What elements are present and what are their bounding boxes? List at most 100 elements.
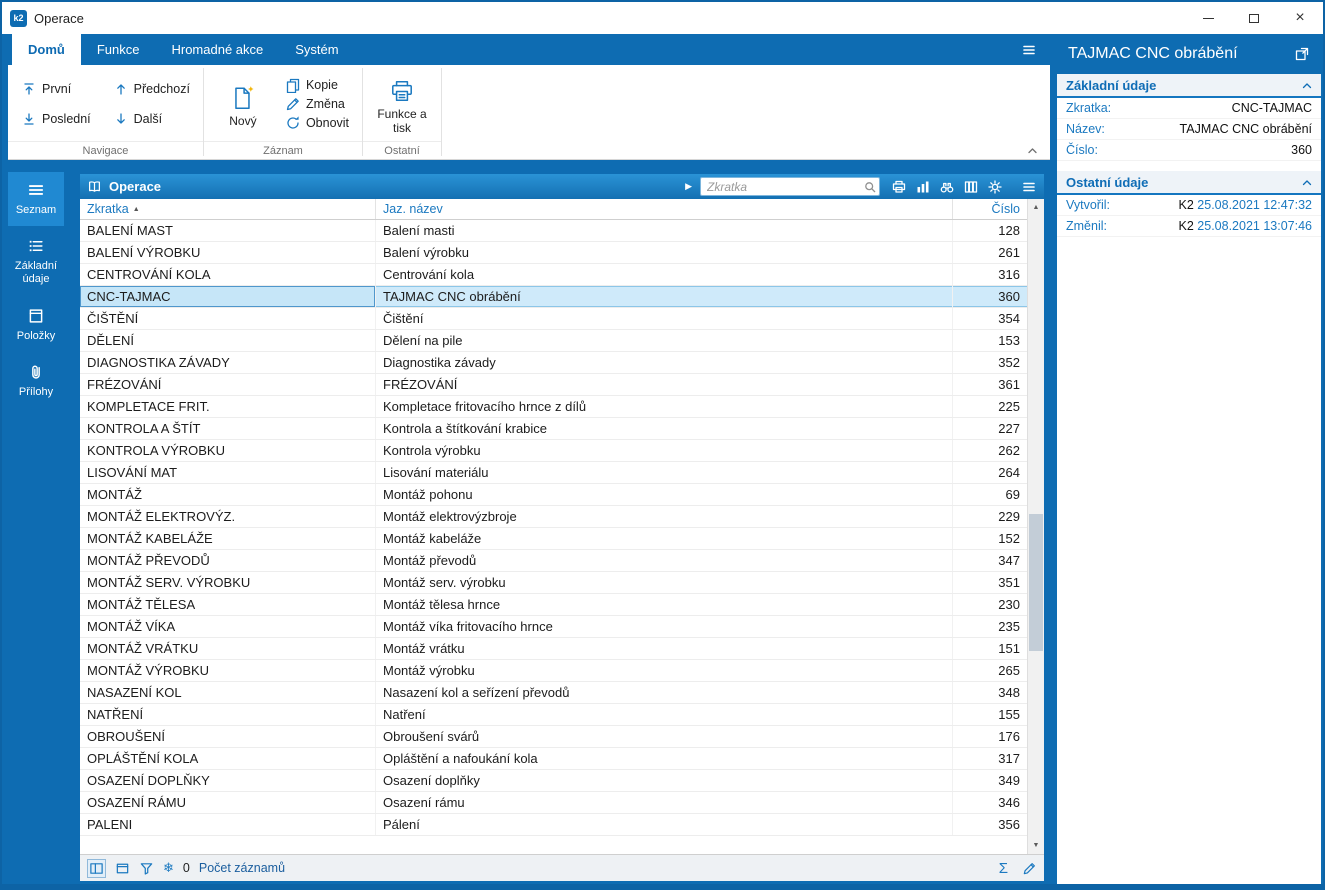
table-row[interactable]: ČIŠTĚNÍČištění354	[80, 308, 1027, 330]
table-cell: NATŘENÍ	[80, 704, 376, 725]
table-row[interactable]: KONTROLA VÝROBKUKontrola výrobku262	[80, 440, 1027, 462]
refresh-icon	[285, 115, 301, 131]
scroll-up-button[interactable]: ▲	[1028, 199, 1044, 216]
table-row[interactable]: MONTÁŽ VÝROBKUMontáž výrobku265	[80, 660, 1027, 682]
sidebar-item-polozky[interactable]: Položky	[8, 298, 64, 352]
section-header-ostatni-udaje[interactable]: Ostatní údaje	[1057, 171, 1321, 195]
table-row[interactable]: LISOVÁNÍ MATLisování materiálu264	[80, 462, 1027, 484]
table-cell: Pálení	[376, 814, 953, 835]
sidebar-item-zakladni-udaje[interactable]: Základní údaje	[8, 228, 64, 295]
chart-button[interactable]	[915, 179, 931, 195]
scrollbar-thumb[interactable]	[1029, 514, 1043, 651]
table-row[interactable]: MONTÁŽ VRÁTKUMontáž vrátku151	[80, 638, 1027, 660]
grid-title: Operace	[109, 179, 161, 194]
scroll-down-button[interactable]: ▼	[1028, 837, 1044, 854]
minimize-button[interactable]	[1185, 2, 1231, 34]
tab-hromadne-akce[interactable]: Hromadné akce	[155, 34, 279, 65]
table-cell: PALENI	[80, 814, 376, 835]
field-label: Změnil:	[1066, 219, 1144, 233]
table-row[interactable]: PALENIPálení356	[80, 814, 1027, 836]
previous-label: Předchozí	[134, 82, 190, 96]
tab-domu[interactable]: Domů	[12, 34, 81, 65]
table-row[interactable]: DIAGNOSTIKA ZÁVADYDiagnostika závady352	[80, 352, 1027, 374]
lookup-button[interactable]	[939, 179, 955, 195]
vertical-scrollbar[interactable]: ▲ ▼	[1027, 199, 1044, 854]
table-cell: Natření	[376, 704, 953, 725]
table-row[interactable]: DĚLENÍDělení na pile153	[80, 330, 1027, 352]
search-input[interactable]	[700, 177, 880, 196]
last-button[interactable]: Poslední	[18, 107, 94, 131]
table-cell: MONTÁŽ PŘEVODŮ	[80, 550, 376, 571]
column-header-zkratka[interactable]: Zkratka ▲	[80, 199, 376, 219]
next-button[interactable]: Další	[110, 107, 193, 131]
print-grid-button[interactable]	[891, 179, 907, 195]
first-button[interactable]: První	[18, 77, 94, 101]
change-label: Změna	[306, 97, 345, 111]
table-row[interactable]: OSAZENÍ DOPLŇKYOsazení doplňky349	[80, 770, 1027, 792]
table-row[interactable]: MONTÁŽ PŘEVODŮMontáž převodů347	[80, 550, 1027, 572]
ribbon-menu-button[interactable]	[1008, 34, 1050, 65]
table-row[interactable]: CNC-TAJMACTAJMAC CNC obrábění360	[80, 286, 1027, 308]
table-row[interactable]: BALENÍ VÝROBKUBalení výrobku261	[80, 242, 1027, 264]
maximize-button[interactable]	[1231, 2, 1277, 34]
table-row[interactable]: MONTÁŽMontáž pohonu69	[80, 484, 1027, 506]
table-row[interactable]: OSAZENÍ RÁMUOsazení rámu346	[80, 792, 1027, 814]
table-cell: MONTÁŽ KABELÁŽE	[80, 528, 376, 549]
sidebar-item-seznam[interactable]: Seznam	[8, 172, 64, 226]
table-row[interactable]: OPLÁŠTĚNÍ KOLAOpláštění a nafoukání kola…	[80, 748, 1027, 770]
table-cell: MONTÁŽ VÍKA	[80, 616, 376, 637]
change-button[interactable]: Změna	[282, 96, 352, 112]
table-row[interactable]: KONTROLA A ŠTÍTKontrola a štítkování kra…	[80, 418, 1027, 440]
settings-button[interactable]	[987, 179, 1003, 195]
column-header-cislo[interactable]: Číslo	[953, 199, 1027, 219]
close-button[interactable]: ×	[1277, 2, 1323, 34]
table-row[interactable]: FRÉZOVÁNÍFRÉZOVÁNÍ361	[80, 374, 1027, 396]
table-row[interactable]: MONTÁŽ KABELÁŽEMontáž kabeláže152	[80, 528, 1027, 550]
copy-button[interactable]: Kopie	[282, 77, 352, 93]
collapse-ribbon-button[interactable]	[1027, 147, 1038, 154]
table-row[interactable]: MONTÁŽ VÍKAMontáž víka fritovacího hrnce…	[80, 616, 1027, 638]
new-button[interactable]: Nový	[214, 80, 272, 129]
filter-button[interactable]	[139, 861, 154, 876]
section-header-zakladni-udaje[interactable]: Základní údaje	[1057, 74, 1321, 98]
snowflake-icon[interactable]: ❄	[163, 860, 174, 876]
table-cell: Lisování materiálu	[376, 462, 953, 483]
tab-funkce[interactable]: Funkce	[81, 34, 156, 65]
table-row[interactable]: KOMPLETACE FRIT.Kompletace fritovacího h…	[80, 396, 1027, 418]
pencil-icon	[1022, 861, 1037, 876]
table-row[interactable]: MONTÁŽ TĚLESAMontáž tělesa hrnce230	[80, 594, 1027, 616]
grid-menu-button[interactable]	[1021, 179, 1037, 195]
table-cell: 69	[953, 484, 1027, 505]
record-count-label[interactable]: Počet záznamů	[199, 861, 285, 875]
play-icon[interactable]: ▶	[685, 181, 692, 192]
table-cell: 261	[953, 242, 1027, 263]
previous-button[interactable]: Předchozí	[110, 77, 193, 101]
detail-row: Název: TAJMAC CNC obrábění	[1057, 119, 1321, 140]
table-row[interactable]: CENTROVÁNÍ KOLACentrování kola316	[80, 264, 1027, 286]
columns-button[interactable]	[963, 179, 979, 195]
table-row[interactable]: OBROUŠENÍObroušení svárů176	[80, 726, 1027, 748]
table-cell: MONTÁŽ	[80, 484, 376, 505]
table-cell: OBROUŠENÍ	[80, 726, 376, 747]
table-cell: 225	[953, 396, 1027, 417]
functions-print-button[interactable]: Funkce a tisk	[373, 73, 431, 136]
table-row[interactable]: MONTÁŽ ELEKTROVÝZ.Montáž elektrovýzbroje…	[80, 506, 1027, 528]
table-row[interactable]: MONTÁŽ SERV. VÝROBKUMontáž serv. výrobku…	[80, 572, 1027, 594]
split-view-button[interactable]	[87, 859, 106, 878]
table-row[interactable]: BALENÍ MASTBalení masti128	[80, 220, 1027, 242]
table-row[interactable]: NATŘENÍNatření155	[80, 704, 1027, 726]
field-value: 360	[1144, 143, 1312, 157]
open-in-window-button[interactable]	[1294, 46, 1310, 62]
split-view-icon	[89, 861, 104, 876]
edit-button[interactable]	[1022, 861, 1037, 876]
table-cell: Montáž převodů	[376, 550, 953, 571]
refresh-button[interactable]: Obnovit	[282, 115, 352, 131]
table-row[interactable]: NASAZENÍ KOLNasazení kol a seřízení přev…	[80, 682, 1027, 704]
sum-button[interactable]: Σ	[999, 860, 1008, 877]
table-cell: 317	[953, 748, 1027, 769]
card-view-button[interactable]	[115, 861, 130, 876]
tab-system[interactable]: Systém	[279, 34, 354, 65]
scrollbar-track[interactable]	[1028, 216, 1044, 837]
column-header-jaz-nazev[interactable]: Jaz. název	[376, 199, 953, 219]
sidebar-item-prilohy[interactable]: Přílohy	[8, 354, 64, 408]
